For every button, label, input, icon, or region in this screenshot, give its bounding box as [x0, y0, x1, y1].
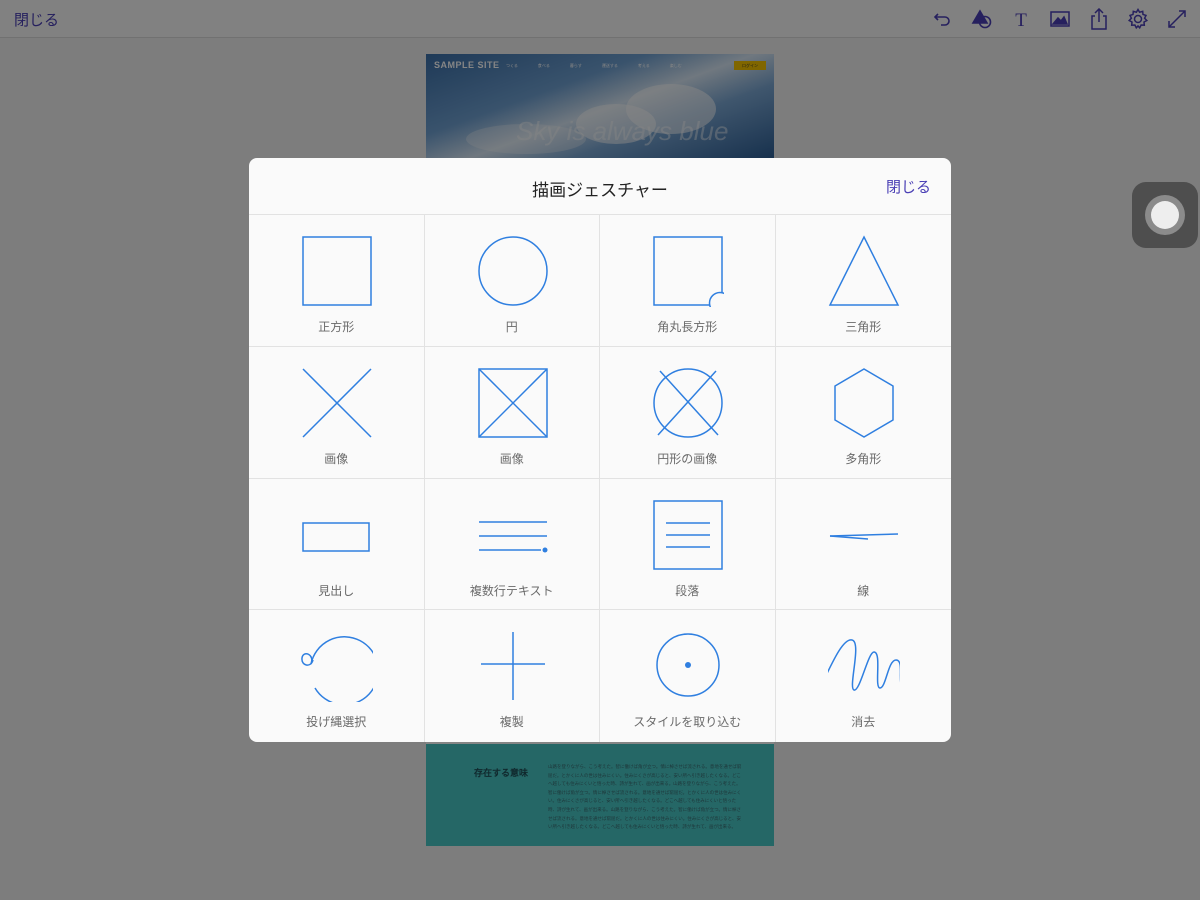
gesture-heading[interactable]: 見出し [249, 478, 425, 611]
lasso-gesture-icon [301, 636, 373, 703]
gesture-label: 見出し [318, 583, 355, 598]
gesture-label: 画像 [324, 451, 349, 466]
gesture-label: 段落 [675, 583, 700, 598]
assistive-touch-ring [1145, 195, 1185, 235]
gesture-label: 角丸長方形 [657, 320, 718, 334]
line-gesture-icon [829, 532, 898, 540]
gesture-label: 線 [857, 583, 870, 598]
modal-header: 描画ジェスチャー 閉じる [249, 158, 951, 215]
gesture-circle-image[interactable]: 円形の画像 [600, 346, 776, 479]
rounded-rectangle-gesture-icon [653, 236, 724, 307]
multiline-text-gesture-icon [478, 520, 547, 552]
gesture-boxed-image[interactable]: 画像 [424, 346, 600, 479]
gesture-label: 投げ縄選択 [306, 715, 367, 730]
gesture-polygon[interactable]: 多角形 [775, 347, 951, 479]
modal-close-button[interactable]: 閉じる [886, 176, 931, 197]
gesture-label: 消去 [851, 715, 876, 730]
duplicate-gesture-icon [480, 632, 545, 701]
circle-gesture-icon [477, 236, 548, 306]
gesture-label: 円形の画像 [657, 451, 718, 466]
gesture-label: 円 [505, 320, 518, 334]
gesture-import-style[interactable]: スタイルを取り込む [600, 610, 776, 742]
gesture-line[interactable]: 線 [775, 479, 951, 611]
gesture-multiline-text[interactable]: 複数行テキスト [424, 478, 600, 611]
gesture-label: 画像 [499, 451, 524, 466]
gesture-label: 正方形 [318, 320, 355, 334]
erase-gesture-icon [827, 639, 900, 692]
assistive-touch-dot [1151, 201, 1179, 229]
assistive-touch-button[interactable] [1132, 182, 1198, 248]
gesture-label: 多角形 [845, 451, 882, 466]
gesture-image[interactable]: 画像 [249, 346, 425, 479]
gesture-triangle[interactable]: 三角形 [775, 215, 951, 347]
drawing-gestures-modal: 描画ジェスチャー 閉じる 正方形 円 角丸長方形 三角形 画像 画像 円形の画像… [249, 158, 951, 742]
paragraph-gesture-icon [653, 499, 723, 570]
gesture-label: 複数行テキスト [469, 583, 554, 598]
gesture-label: 三角形 [845, 320, 882, 334]
gesture-grid: 正方形 円 角丸長方形 三角形 画像 画像 円形の画像 多角形 見出し 複数行テ… [249, 215, 951, 742]
gesture-label: 複製 [499, 715, 524, 730]
modal-title: 描画ジェスチャー [532, 181, 668, 201]
x-image-gesture-icon [302, 368, 372, 438]
boxed-x-image-gesture-icon [477, 368, 548, 438]
gesture-paragraph[interactable]: 段落 [600, 478, 776, 611]
gesture-erase[interactable]: 消去 [776, 610, 952, 742]
gesture-duplicate[interactable]: 複製 [425, 610, 600, 742]
gesture-lasso-select[interactable]: 投げ縄選択 [249, 610, 425, 742]
gesture-square[interactable]: 正方形 [249, 215, 425, 347]
square-gesture-icon [302, 236, 372, 306]
triangle-gesture-icon [828, 235, 899, 306]
circle-image-gesture-icon [653, 368, 723, 438]
gesture-label: スタイルを取り込む [633, 715, 742, 730]
gesture-rounded-rectangle[interactable]: 角丸長方形 [600, 215, 776, 347]
hexagon-gesture-icon [833, 367, 894, 438]
import-style-gesture-icon [656, 633, 720, 697]
heading-gesture-icon [302, 521, 370, 552]
gesture-circle[interactable]: 円 [424, 215, 600, 347]
